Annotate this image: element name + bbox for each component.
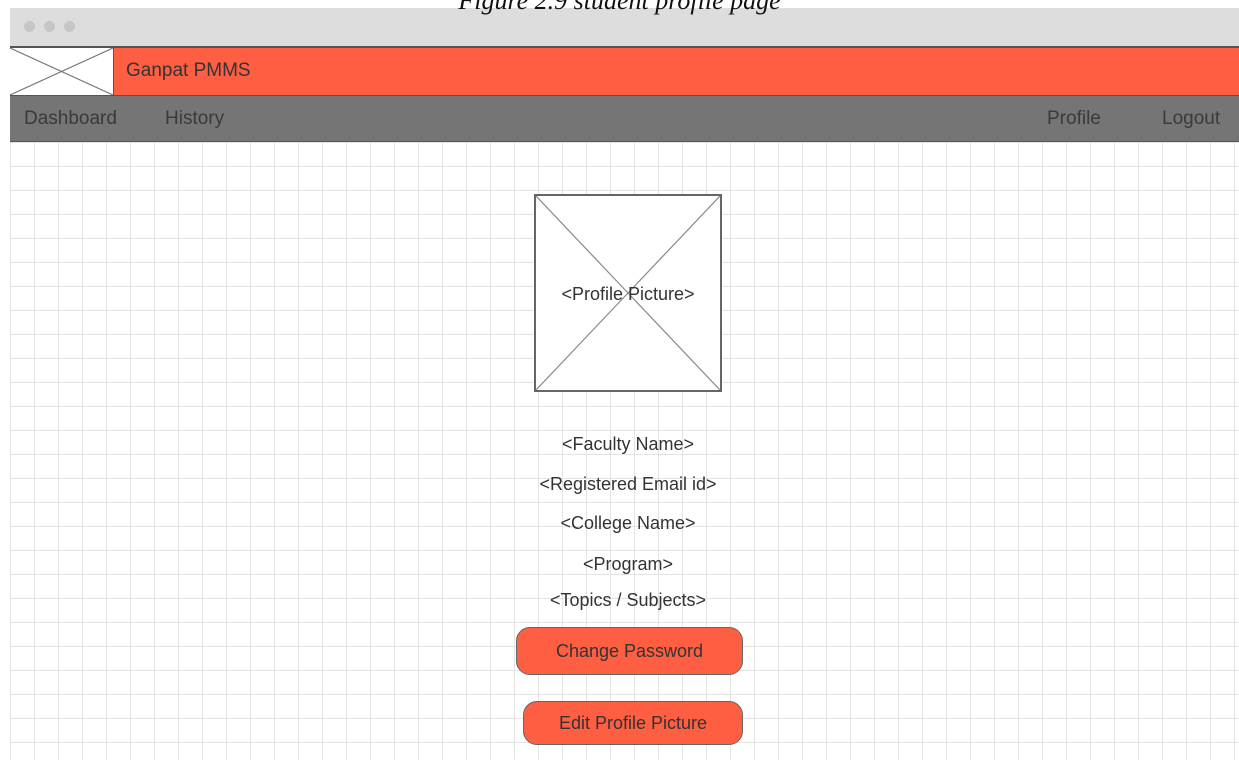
browser-window: Ganpat PMMS Dashboard History Profile Lo… xyxy=(10,8,1239,760)
edit-profile-picture-button[interactable]: Edit Profile Picture xyxy=(523,701,743,745)
nav-logout[interactable]: Logout xyxy=(1162,108,1220,130)
registered-email: <Registered Email id> xyxy=(539,474,717,494)
profile-picture-label: <Profile Picture> xyxy=(561,284,695,304)
nav-profile[interactable]: Profile xyxy=(1047,108,1101,130)
college-name: <College Name> xyxy=(560,513,696,533)
nav-bar: Dashboard History Profile Logout xyxy=(10,96,1239,142)
nav-dashboard[interactable]: Dashboard xyxy=(24,108,117,130)
faculty-name: <Faculty Name> xyxy=(561,434,695,454)
figure-caption: Figure 2.9 student profile page xyxy=(458,0,781,15)
change-password-button[interactable]: Change Password xyxy=(516,627,743,675)
window-maximize-dot[interactable] xyxy=(64,21,75,32)
logo-placeholder-icon xyxy=(10,48,114,95)
nav-history[interactable]: History xyxy=(165,108,224,130)
topics-subjects: <Topics / Subjects> xyxy=(549,590,707,610)
program: <Program> xyxy=(582,554,674,574)
profile-content: <Profile Picture> <Faculty Name> <Regist… xyxy=(10,142,1239,760)
window-minimize-dot[interactable] xyxy=(44,21,55,32)
app-header: Ganpat PMMS xyxy=(10,46,1239,96)
window-close-dot[interactable] xyxy=(24,21,35,32)
profile-picture-placeholder: <Profile Picture> xyxy=(534,194,722,392)
app-title: Ganpat PMMS xyxy=(126,60,251,81)
